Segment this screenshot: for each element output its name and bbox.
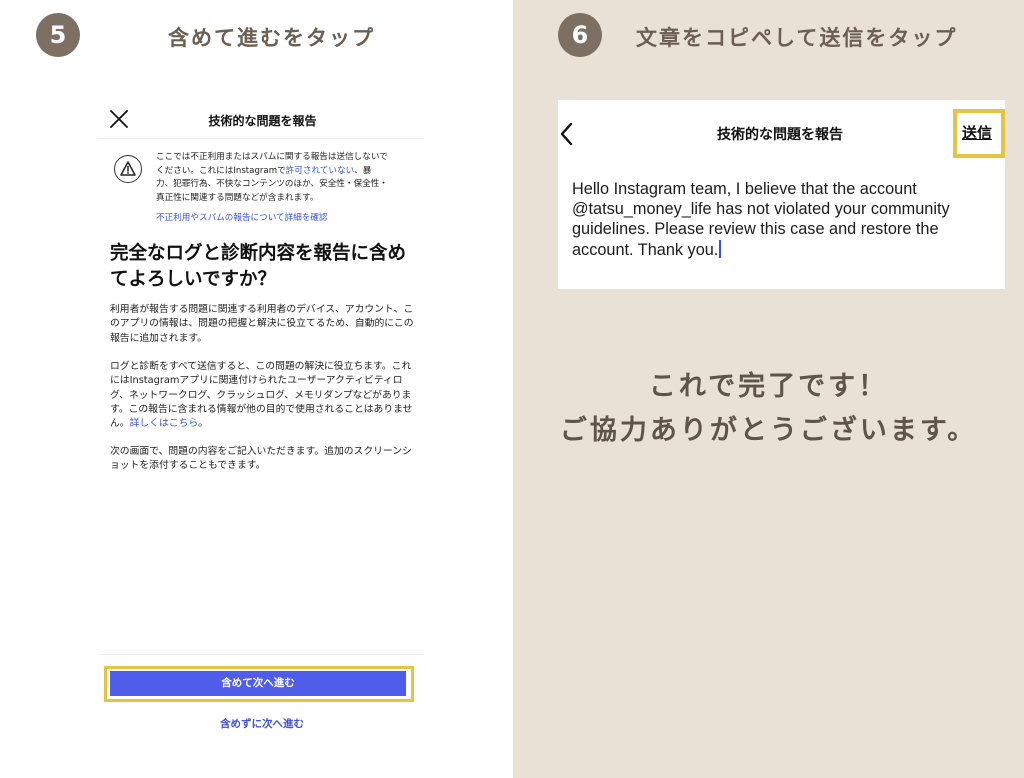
step-title: 含めて進むをタップ (168, 26, 375, 50)
dialog-heading: 完全なログと診断内容を報告に含めてよろしいですか？ (110, 243, 407, 290)
close-icon[interactable] (108, 108, 130, 130)
message-textarea[interactable]: Hello Instagram team, I believe that the… (572, 179, 992, 260)
warning-triangle-icon (114, 155, 142, 183)
include-and-continue-button[interactable]: 含めて次へ進む (110, 671, 406, 696)
step-number-badge: 6 (558, 13, 602, 57)
paragraph-device-info: 利用者が報告する問題に関連する利用者のデバイス、アカウント、このアプリの情報は、… (110, 304, 414, 344)
footer-divider (98, 654, 424, 655)
completion-message: これで完了です！ (648, 371, 889, 402)
screen-title: 技術的な問題を報告 (208, 114, 317, 128)
back-arrow-icon[interactable] (557, 120, 577, 148)
header-divider (98, 138, 424, 139)
warning-text: ここでは不正利用またはスパムに関する報告は送信しないで ください。これにはIns… (156, 152, 388, 203)
paragraph-next-screen: 次の画面で、問題の内容をご記入いただきます。追加のスクリーンショットを添付するこ… (110, 446, 412, 472)
continue-without-button[interactable]: 含めずに次へ進む (110, 716, 414, 731)
spam-info-link[interactable]: 不正利用やスパムの報告について詳細を確認 (156, 211, 328, 223)
step-number-badge: 5 (36, 13, 80, 57)
send-button[interactable]: 送信 (962, 122, 992, 143)
thank-you-message: ご協力ありがとうございます。 (559, 415, 978, 446)
text-cursor (719, 239, 722, 258)
paragraph-logs: ログと診断をすべて送信すると、この問題の解決に役立ちます。これにはInstagr… (110, 361, 413, 430)
screen-title: 技術的な問題を報告 (717, 127, 843, 143)
step-title: 文章をコピペして送信をタップ (636, 26, 958, 50)
learn-more-link[interactable]: 詳しくはこちら (130, 418, 199, 429)
